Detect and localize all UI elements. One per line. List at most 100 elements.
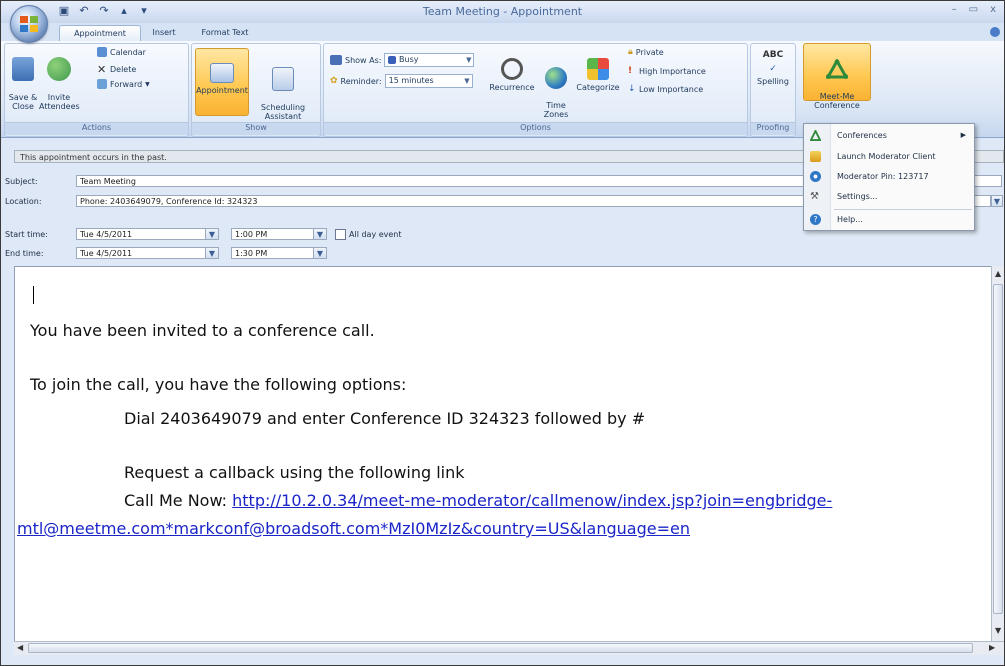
options-group: Show As: Busy ▼ ✿ Reminder: 15 minutes ▼… xyxy=(323,43,748,137)
scroll-up-icon[interactable]: ▲ xyxy=(995,269,1001,278)
start-date-dropdown-arrow[interactable]: ▼ xyxy=(205,228,219,240)
tab-appointment[interactable]: Appointment xyxy=(59,25,141,42)
tab-insert[interactable]: Insert xyxy=(145,25,183,41)
minimize-button[interactable]: – xyxy=(952,4,957,15)
save-close-icon xyxy=(12,57,34,81)
title-bar: ▣ ↶ ↷ ▴ ▾ Team Meeting - Appointment – ▭… xyxy=(1,1,1004,24)
help-icon[interactable] xyxy=(990,27,1000,37)
end-date-input[interactable]: Tue 4/5/2011 xyxy=(76,247,216,259)
delete-icon: ✕ xyxy=(97,63,107,76)
chevron-down-icon: ▼ xyxy=(145,80,150,88)
high-importance-button[interactable]: ! High Importance xyxy=(628,66,706,76)
body-line-callback: Request a callback using the following l… xyxy=(124,463,465,482)
categorize-button[interactable]: Categorize xyxy=(576,48,620,92)
show-as-dropdown[interactable]: Busy ▼ xyxy=(384,53,475,67)
show-as-icon xyxy=(330,55,342,65)
calendar-icon xyxy=(97,47,107,57)
show-group-label: Show xyxy=(192,122,320,135)
globe-icon xyxy=(545,67,567,89)
all-day-checkbox[interactable] xyxy=(335,229,346,240)
location-label: Location: xyxy=(5,197,42,206)
appointment-view-button[interactable]: Appointment xyxy=(195,48,249,116)
conference-triangle-icon xyxy=(826,59,848,79)
start-date-input[interactable]: Tue 4/5/2011 xyxy=(76,228,216,240)
menu-item-launch-moderator-client[interactable]: Launch Moderator Client xyxy=(804,147,974,166)
tab-format-text[interactable]: Format Text xyxy=(199,25,251,41)
scroll-down-icon[interactable]: ▼ xyxy=(995,626,1001,635)
show-as-control: Show As: Busy ▼ xyxy=(330,53,475,67)
end-time-label: End time: xyxy=(5,249,44,258)
spelling-icon: ABC ✓ xyxy=(762,50,784,74)
help-icon: ? xyxy=(810,214,821,225)
options-group-label: Options xyxy=(324,122,747,135)
lock-icon: 🔒︎ xyxy=(628,47,633,57)
body-line-dial: Dial 2403649079 and enter Conference ID … xyxy=(124,409,646,428)
proofing-group: ABC ✓ Spelling Proofing xyxy=(750,43,796,137)
low-importance-button[interactable]: ↓ Low Importance xyxy=(628,84,703,94)
pin-icon xyxy=(810,171,821,182)
body-line-link-continued: mtl@meetme.com*markconf@broadsoft.com*Mz… xyxy=(17,519,690,538)
scheduling-icon xyxy=(272,67,294,91)
spelling-button[interactable]: ABC ✓ Spelling xyxy=(755,48,791,86)
subject-label: Subject: xyxy=(5,177,38,186)
recurrence-button[interactable]: Recurrence xyxy=(484,48,540,92)
bell-icon: ✿ xyxy=(330,76,338,86)
chevron-down-icon: ▼ xyxy=(464,77,470,85)
recurrence-icon xyxy=(501,58,523,80)
actions-group: Save & Close Invite Attendees Calendar ✕… xyxy=(4,43,189,137)
end-time-dropdown-arrow[interactable]: ▼ xyxy=(313,247,327,259)
vertical-scrollbar[interactable]: ▲ ▼ xyxy=(991,266,1004,641)
scroll-right-icon[interactable]: ▶ xyxy=(989,643,995,652)
menu-item-conferences[interactable]: Conferences ▶ xyxy=(804,126,974,145)
meet-me-dropdown-menu: Conferences ▶ Launch Moderator Client Mo… xyxy=(803,123,975,231)
end-time-row: End time: Tue 4/5/2011 ▼ 1:30 PM ▼ xyxy=(1,247,1004,261)
menu-item-settings[interactable]: ⚒ Settings... xyxy=(804,187,974,206)
menu-item-help[interactable]: ? Help... xyxy=(804,210,974,229)
window-controls: – ▭ x xyxy=(952,4,996,15)
forward-icon xyxy=(97,79,107,89)
call-me-now-label: Call Me Now: xyxy=(124,491,233,510)
appointment-icon xyxy=(210,63,234,83)
reminder-dropdown[interactable]: 15 minutes ▼ xyxy=(384,74,473,88)
time-zones-button[interactable]: Time Zones xyxy=(538,48,574,119)
meet-me-conference-button[interactable]: Meet-Me Conference xyxy=(803,43,871,110)
horizontal-scroll-thumb[interactable] xyxy=(28,643,973,653)
call-me-now-link[interactable]: http://10.2.0.34/meet-me-moderator/callm… xyxy=(232,491,832,510)
private-button[interactable]: 🔒︎ Private xyxy=(628,47,664,57)
scheduling-assistant-button[interactable]: Scheduling Assistant xyxy=(252,48,314,121)
forward-button[interactable]: Forward ▼ xyxy=(97,79,150,89)
save-close-button[interactable]: Save & Close xyxy=(7,48,39,111)
categorize-icon xyxy=(587,58,609,80)
reminder-control: ✿ Reminder: 15 minutes ▼ xyxy=(330,74,473,88)
actions-group-label: Actions xyxy=(5,122,188,135)
office-logo-icon xyxy=(20,16,38,32)
close-button[interactable]: x xyxy=(990,4,996,15)
location-dropdown-arrow[interactable]: ▼ xyxy=(991,195,1003,207)
meet-me-conference-label: Meet-Me Conference xyxy=(808,48,866,110)
invite-attendees-button[interactable]: Invite Attendees xyxy=(39,48,80,111)
start-time-dropdown-arrow[interactable]: ▼ xyxy=(313,228,327,240)
down-arrow-icon: ↓ xyxy=(628,84,636,94)
restore-button[interactable]: ▭ xyxy=(969,4,978,15)
delete-button[interactable]: ✕ Delete xyxy=(97,63,136,76)
horizontal-scrollbar[interactable]: ◀ ▶ xyxy=(14,641,1004,655)
vertical-scroll-thumb[interactable] xyxy=(993,284,1003,614)
moderator-client-icon xyxy=(810,151,821,162)
end-date-dropdown-arrow[interactable]: ▼ xyxy=(205,247,219,259)
body-line-call-me-now: Call Me Now: http://10.2.0.34/meet-me-mo… xyxy=(124,491,832,510)
conference-triangle-icon xyxy=(810,130,821,141)
proofing-group-label: Proofing xyxy=(751,122,795,135)
body-line-options: To join the call, you have the following… xyxy=(30,375,407,394)
start-time-label: Start time: xyxy=(5,230,48,239)
call-me-now-link-continued[interactable]: mtl@meetme.com*markconf@broadsoft.com*Mz… xyxy=(17,519,690,538)
chevron-down-icon: ▼ xyxy=(466,56,472,64)
submenu-arrow-icon: ▶ xyxy=(960,131,966,139)
window-title: Team Meeting - Appointment xyxy=(422,5,583,18)
body-line-invited: You have been invited to a conference ca… xyxy=(30,321,375,340)
attendees-icon xyxy=(47,57,71,81)
calendar-button[interactable]: Calendar xyxy=(97,47,146,57)
office-button[interactable] xyxy=(10,5,48,43)
message-body[interactable]: You have been invited to a conference ca… xyxy=(14,266,993,643)
scroll-left-icon[interactable]: ◀ xyxy=(17,643,23,652)
menu-item-moderator-pin[interactable]: Moderator Pin: 123717 xyxy=(804,167,974,186)
